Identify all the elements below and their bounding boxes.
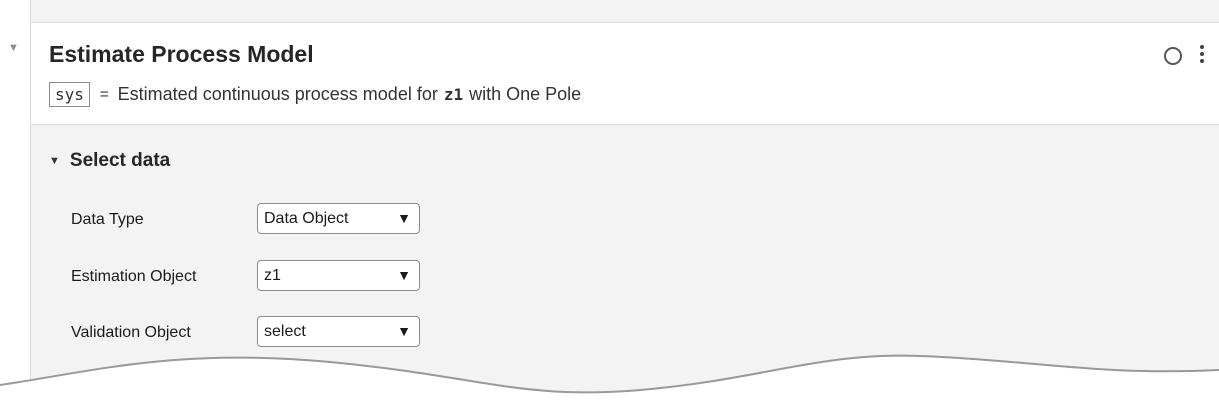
- caret-down-icon[interactable]: ▼: [49, 155, 60, 167]
- task-collapse-icon[interactable]: ▼: [8, 42, 19, 54]
- task-summary: sys = Estimated continuous process model…: [49, 82, 581, 107]
- estimation-object-label: Estimation Object: [71, 268, 197, 285]
- task-title: Estimate Process Model: [49, 41, 314, 67]
- summary-suffix: with One Pole: [469, 84, 582, 104]
- dropdown-arrow-icon: ▼: [397, 210, 411, 226]
- dropdown-arrow-icon: ▼: [397, 267, 411, 283]
- torn-edge: [0, 354, 1219, 407]
- vertical-ellipsis-icon[interactable]: [1197, 43, 1207, 65]
- summary-prefix: Estimated continuous process model for: [117, 84, 438, 104]
- summary-data-name: z1: [443, 85, 464, 104]
- top-divider-strip: [31, 0, 1219, 23]
- data-type-dropdown[interactable]: Data Object ▼: [257, 203, 420, 234]
- output-variable-field[interactable]: sys: [49, 82, 90, 107]
- dropdown-value: z1: [264, 267, 281, 284]
- data-type-label: Data Type: [71, 211, 144, 228]
- circle-status-icon: [1164, 47, 1182, 65]
- dropdown-value: Data Object: [264, 210, 349, 227]
- estimation-object-dropdown[interactable]: z1 ▼: [257, 260, 420, 291]
- task-header: Estimate Process Model sys = Estimated c…: [31, 23, 1219, 125]
- equals-sign: =: [99, 86, 109, 103]
- section-title: Select data: [69, 150, 171, 171]
- select-data-section-header[interactable]: ▼ Select data: [49, 150, 170, 172]
